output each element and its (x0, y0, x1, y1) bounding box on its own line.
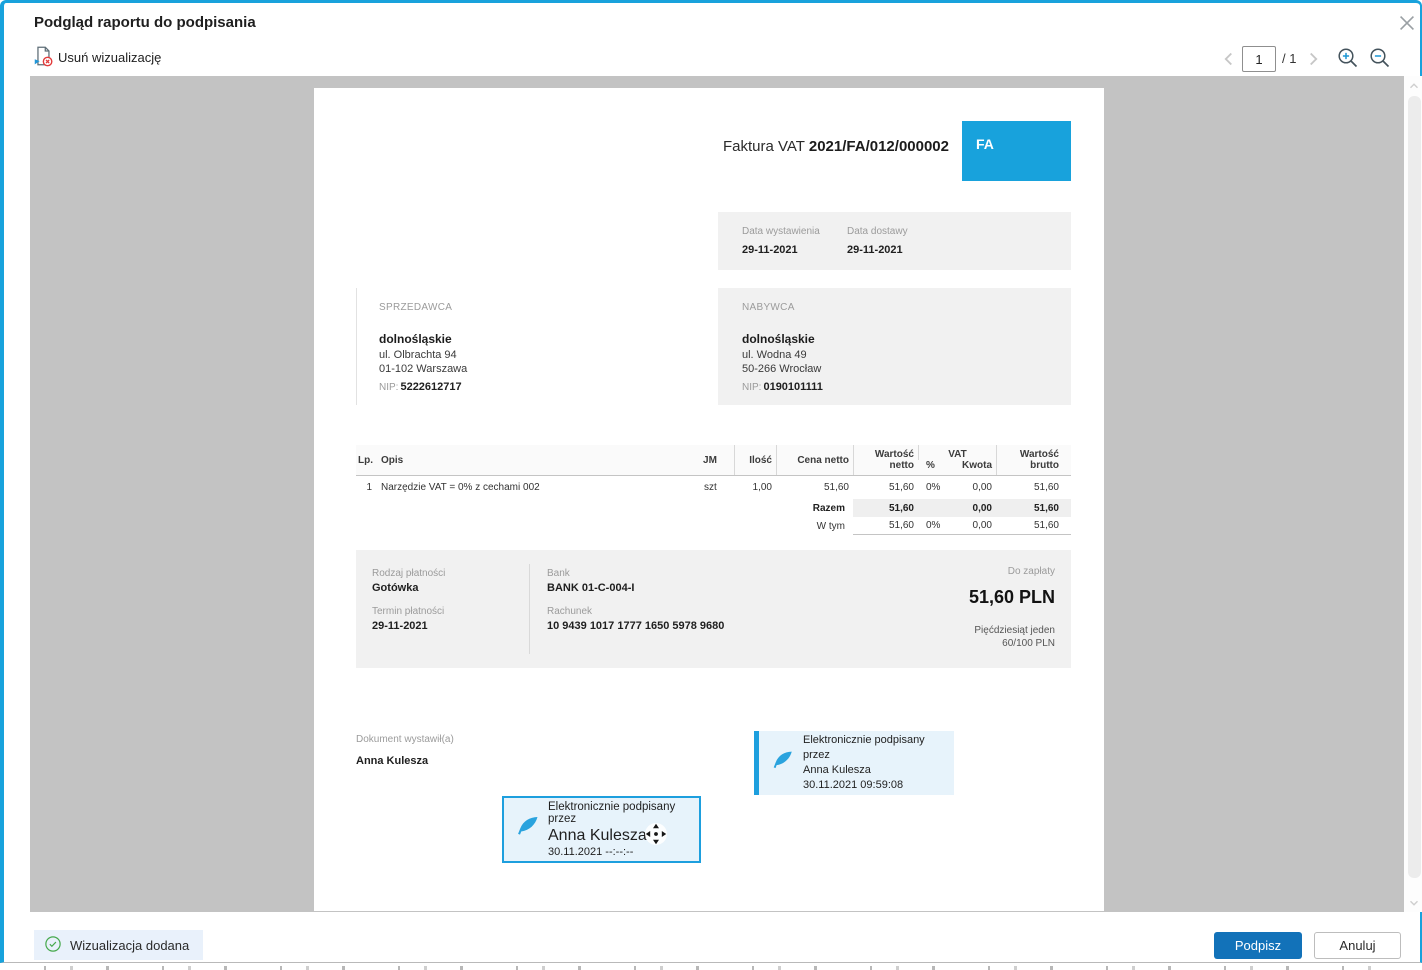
buyer-street: ul. Wodna 49 (742, 349, 807, 361)
page-total-label: / 1 (1282, 51, 1297, 66)
amount-in-words: Pięćdziesiąt jeden 60/100 PLN (974, 625, 1055, 649)
sign-button[interactable]: Podpisz (1214, 932, 1302, 959)
signature-stamp-draggable[interactable]: Elektronicznie podpisany przez Anna Kule… (502, 796, 701, 863)
dialog-frame: Podgląd raportu do podpisania Usuń wizua… (0, 0, 1422, 963)
status-text: Wizualizacja dodana (70, 937, 190, 953)
issuer-label: Dokument wystawił(a) (356, 734, 454, 745)
buyer-nip: NIP: 0190101111 (742, 381, 823, 393)
move-cursor-icon[interactable] (644, 822, 668, 846)
remove-visualization-button[interactable]: Usuń wizualizację (32, 45, 161, 70)
invoice-items-table: Lp. Opis JM Ilość Cena netto Wartość net… (356, 445, 1071, 535)
issuer-name: Anna Kulesza (356, 755, 429, 767)
zoom-out-icon[interactable] (1368, 46, 1392, 70)
delivery-date-value: 29-11-2021 (847, 244, 903, 256)
viewer-scrollbar[interactable] (1404, 76, 1422, 912)
payment-term-value: 29-11-2021 (372, 620, 428, 632)
col-wartosc-brutto: Wartość brutto (996, 445, 1071, 475)
invoice-type-badge: FA (962, 121, 1071, 181)
signature-stamp-placed: Elektronicznie podpisany przez Anna Kule… (754, 731, 954, 795)
remove-visualization-icon (32, 45, 54, 70)
col-wartosc-netto: Wartość netto (853, 445, 918, 475)
table-row: 1 Narzędzie VAT = 0% z cechami 002 szt 1… (356, 476, 1071, 499)
close-icon[interactable] (1394, 10, 1420, 36)
seller-city: 01-102 Warszawa (379, 363, 468, 375)
signing-preview-dialog: Podgląd raportu do podpisania Usuń wizua… (0, 0, 1422, 970)
col-jm: JM (703, 454, 717, 466)
invoice-page: Faktura VAT 2021/FA/012/000002 FA Data w… (314, 88, 1104, 911)
seller-street: ul. Olbrachta 94 (379, 349, 457, 361)
seller-label: SPRZEDAWCA (379, 302, 453, 313)
page-number-input[interactable] (1242, 46, 1276, 72)
dialog-title: Podgląd raportu do podpisania (34, 14, 256, 31)
invoice-number: 2021/FA/012/000002 (808, 138, 949, 155)
invoice-dates-box: Data wystawienia 29-11-2021 Data dostawy… (718, 212, 1071, 270)
issue-date-label: Data wystawienia (742, 226, 820, 237)
issue-date-value: 29-11-2021 (742, 244, 798, 256)
payment-type-label: Rodzaj płatności (372, 568, 446, 579)
due-label: Do zapłaty (1007, 566, 1055, 577)
issuer-section: Dokument wystawił(a) Anna Kulesza (356, 734, 454, 769)
account-label: Rachunek (547, 606, 593, 617)
buyer-city: 50-266 Wrocław (742, 363, 822, 375)
quill-icon (513, 813, 541, 846)
table-summary-razem: Razem 51,60 0,00 51,60 (356, 499, 1071, 517)
payment-term-label: Termin płatności (372, 606, 445, 617)
next-page-button[interactable] (1302, 48, 1324, 70)
bank-value: BANK 01-C-004-I (547, 582, 635, 594)
payment-divider (529, 564, 530, 654)
buyer-label: NABYWCA (742, 302, 795, 313)
invoice-title: Faktura VAT 2021/FA/012/000002 (723, 138, 949, 155)
background-page-sliver (0, 963, 1422, 970)
payment-section: Rodzaj płatności Gotówka Termin płatnośc… (356, 550, 1071, 668)
col-lp: Lp. (358, 454, 373, 466)
invoice-title-label: Faktura VAT (723, 138, 809, 155)
col-cena-netto: Cena netto (776, 445, 853, 475)
scrollbar-up-icon[interactable] (1407, 79, 1421, 93)
col-ilosc: Ilość (734, 445, 776, 475)
previous-page-button[interactable] (1218, 48, 1240, 70)
zoom-in-icon[interactable] (1336, 46, 1360, 70)
payment-type-value: Gotówka (372, 582, 419, 594)
cancel-button[interactable]: Anuluj (1314, 932, 1401, 959)
col-opis: Opis (381, 454, 404, 466)
account-value: 10 9439 1017 1777 1650 5978 9680 (547, 620, 725, 632)
table-header-row: Lp. Opis JM Ilość Cena netto Wartość net… (356, 445, 1071, 476)
delivery-date-label: Data dostawy (847, 226, 908, 237)
item-description: Narzędzie VAT = 0% z cechami 002 (381, 482, 540, 493)
bank-label: Bank (547, 568, 570, 579)
seller-name: dolnośląskie (379, 332, 452, 346)
status-badge: Wizualizacja dodana (34, 930, 204, 960)
quill-icon (769, 748, 795, 779)
remove-visualization-label: Usuń wizualizację (58, 50, 162, 65)
scrollbar-down-icon[interactable] (1407, 896, 1421, 910)
scrollbar-thumb[interactable] (1408, 96, 1421, 878)
stamp-signer-name: Anna Kulesza (548, 827, 647, 844)
col-vat-kwota: Kwota (962, 460, 992, 471)
table-summary-wtym: W tym 51,60 0% 0,00 51,60 (356, 517, 1071, 535)
buyer-name: dolnośląskie (742, 332, 815, 346)
col-vat-group: VAT (918, 445, 996, 460)
check-circle-icon (44, 935, 62, 956)
seller-section: SPRZEDAWCA dolnośląskie ul. Olbrachta 94… (356, 288, 666, 405)
seller-nip: NIP: 5222612717 (379, 381, 462, 393)
due-amount: 51,60 PLN (968, 587, 1055, 607)
buyer-section: NABYWCA dolnośląskie ul. Wodna 49 50-266… (718, 288, 1071, 405)
col-vat-pct: % (926, 460, 935, 471)
